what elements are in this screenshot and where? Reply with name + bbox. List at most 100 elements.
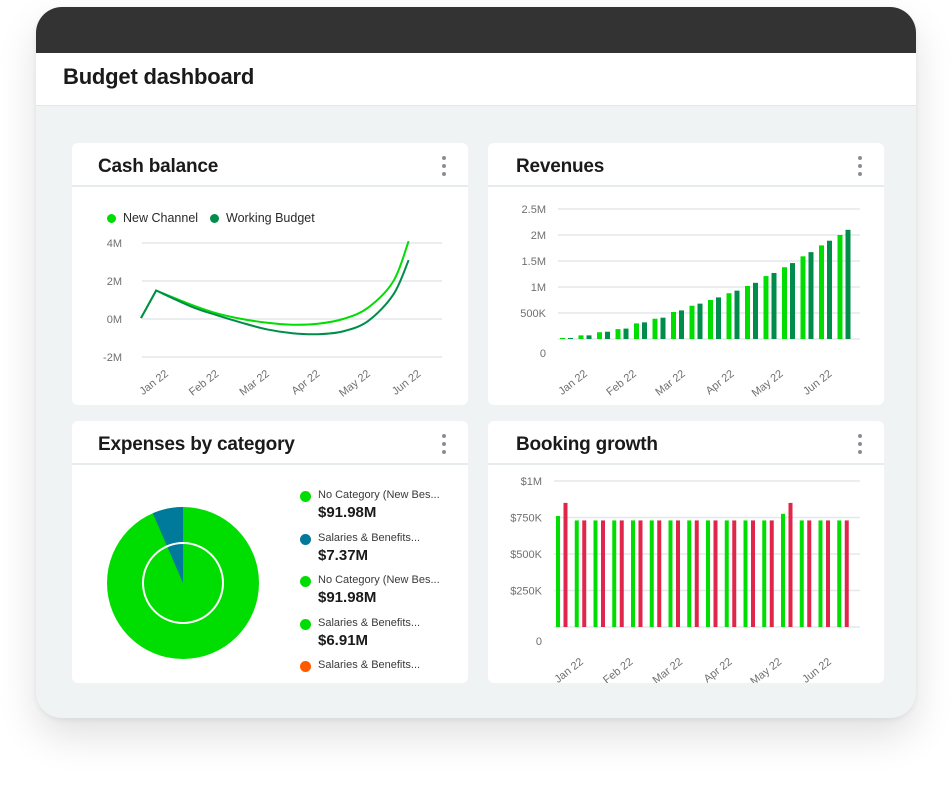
bar: [708, 300, 713, 339]
bar: [827, 240, 832, 339]
bar: [638, 520, 643, 627]
legend-value: $91.98M: [318, 504, 377, 521]
x-tick-label: Feb 22: [604, 368, 638, 399]
card-header: Expenses by category: [72, 421, 468, 465]
bar: [582, 520, 587, 627]
expenses-chart: No Category (New Bes... $91.98M Salaries…: [72, 467, 468, 683]
legend-dot: [300, 491, 311, 502]
bar: [713, 520, 718, 627]
bar: [574, 520, 579, 627]
dashboard-window: Budget dashboard Cash balance New Channe…: [36, 7, 916, 718]
y-tick-label: 500K: [520, 308, 546, 320]
bar: [694, 520, 699, 627]
bar: [563, 502, 568, 627]
bar: [615, 329, 621, 339]
bar: [781, 513, 785, 627]
bar: [732, 520, 737, 627]
x-tick-label: May 22: [748, 656, 784, 683]
x-tick-label: Feb 22: [187, 368, 221, 399]
legend-dot: [300, 533, 311, 545]
card-title: Expenses by category: [98, 434, 295, 455]
page-header: Budget dashboard: [36, 53, 916, 106]
y-tick-label: 0: [540, 348, 546, 360]
booking-growth-chart: $1M $750K $500K $250K 0 Jan 22 Feb 22 Mar 22 Apr…: [488, 467, 884, 683]
bar-chart-svg: $1M $750K $500K $250K 0 Jan 22 Feb 22 Mar 22 Apr…: [510, 476, 860, 683]
legend-item[interactable]: Salaries & Benefits... $6.91M: [300, 617, 460, 660]
x-tick-label: Jun 22: [390, 368, 423, 398]
bar: [671, 311, 676, 339]
bar: [605, 331, 610, 339]
x-tick-label: Apr 22: [702, 656, 735, 683]
x-tick-label: Mar 22: [651, 656, 685, 683]
bar: [845, 229, 851, 339]
kebab-vertical-icon[interactable]: [854, 433, 866, 455]
card-header: Revenues: [488, 143, 884, 187]
y-tick-label: 4M: [107, 238, 122, 250]
x-tick-label: Jan 22: [552, 656, 585, 683]
kebab-vertical-icon[interactable]: [438, 155, 450, 177]
legend-dot: [300, 618, 311, 630]
bar: [676, 520, 680, 627]
line-chart-svg: 4M 2M 0M -2M Jan 22 Feb 22 Mar 22 Apr 22 May 22 J…: [103, 238, 442, 400]
bar: [762, 520, 767, 627]
legend-item[interactable]: No Category (New Bes... $91.98M: [300, 489, 460, 532]
kebab-vertical-icon[interactable]: [854, 155, 866, 177]
y-tick-label: 2M: [107, 276, 122, 288]
y-tick-label: 2.5M: [522, 204, 546, 216]
card-title: Booking growth: [516, 434, 658, 455]
y-tick-label: 2M: [531, 230, 546, 242]
bar: [660, 317, 666, 339]
x-tick-label: May 22: [337, 368, 373, 400]
bar: [601, 520, 605, 627]
cash-balance-card: Cash balance New Channel Working Budget …: [72, 143, 468, 405]
bar: [679, 310, 684, 339]
y-tick-label: $1M: [521, 476, 542, 488]
bar: [800, 256, 806, 339]
bar: [687, 520, 692, 627]
bar: [560, 337, 565, 339]
x-tick-label: Jan 22: [137, 368, 170, 398]
y-tick-label: $750K: [510, 513, 542, 525]
kebab-vertical-icon[interactable]: [438, 433, 450, 455]
x-tick-label: Apr 22: [289, 368, 322, 397]
bar: [790, 263, 795, 339]
x-tick-label: Jan 22: [556, 368, 589, 398]
revenues-card: Revenues 2.5M 2M 1.5M 1M 500K 0 Jan 22 Feb 22 Ma…: [488, 143, 884, 405]
bar: [706, 520, 710, 627]
x-tick-label: Feb 22: [601, 656, 635, 683]
bar: [668, 520, 673, 627]
bar: [734, 290, 740, 339]
y-tick-label: $500K: [510, 549, 542, 561]
bar: [634, 323, 639, 339]
legend-label: No Category (New Bes...: [318, 489, 440, 501]
legend-item[interactable]: Salaries & Benefits...: [300, 659, 460, 702]
bar: [578, 335, 584, 339]
page-title: Budget dashboard: [63, 64, 255, 89]
y-tick-label: 0M: [107, 314, 122, 326]
booking-growth-card: Booking growth $1M $750K $500K $250K 0 Jan 22…: [488, 421, 884, 683]
bar: [753, 282, 758, 339]
legend-item[interactable]: No Category (New Bes... $91.98M: [300, 574, 460, 617]
window-top-bar: [36, 7, 916, 53]
bar: [612, 520, 617, 627]
bar: [818, 520, 823, 627]
x-tick-label: Jun 22: [801, 368, 834, 398]
bar: [631, 520, 635, 627]
legend-value: $7.37M: [318, 546, 369, 564]
bar: [819, 245, 824, 339]
bar: [808, 252, 814, 339]
bar: [771, 272, 777, 339]
pie-chart-svg: [107, 507, 259, 659]
bar: [593, 520, 598, 627]
y-tick-label: -2M: [103, 352, 122, 364]
bar: [782, 267, 787, 339]
legend-item[interactable]: Salaries & Benefits... $7.37M: [300, 532, 460, 575]
bar: [597, 332, 602, 339]
x-tick-label: Jun 22: [800, 656, 833, 683]
y-tick-label: 0: [536, 636, 542, 648]
legend-value: $91.98M: [318, 589, 377, 606]
bar: [586, 335, 592, 339]
bar: [619, 520, 624, 627]
legend-label: No Category (New Bes...: [318, 574, 440, 586]
y-tick-label: $250K: [510, 586, 542, 598]
